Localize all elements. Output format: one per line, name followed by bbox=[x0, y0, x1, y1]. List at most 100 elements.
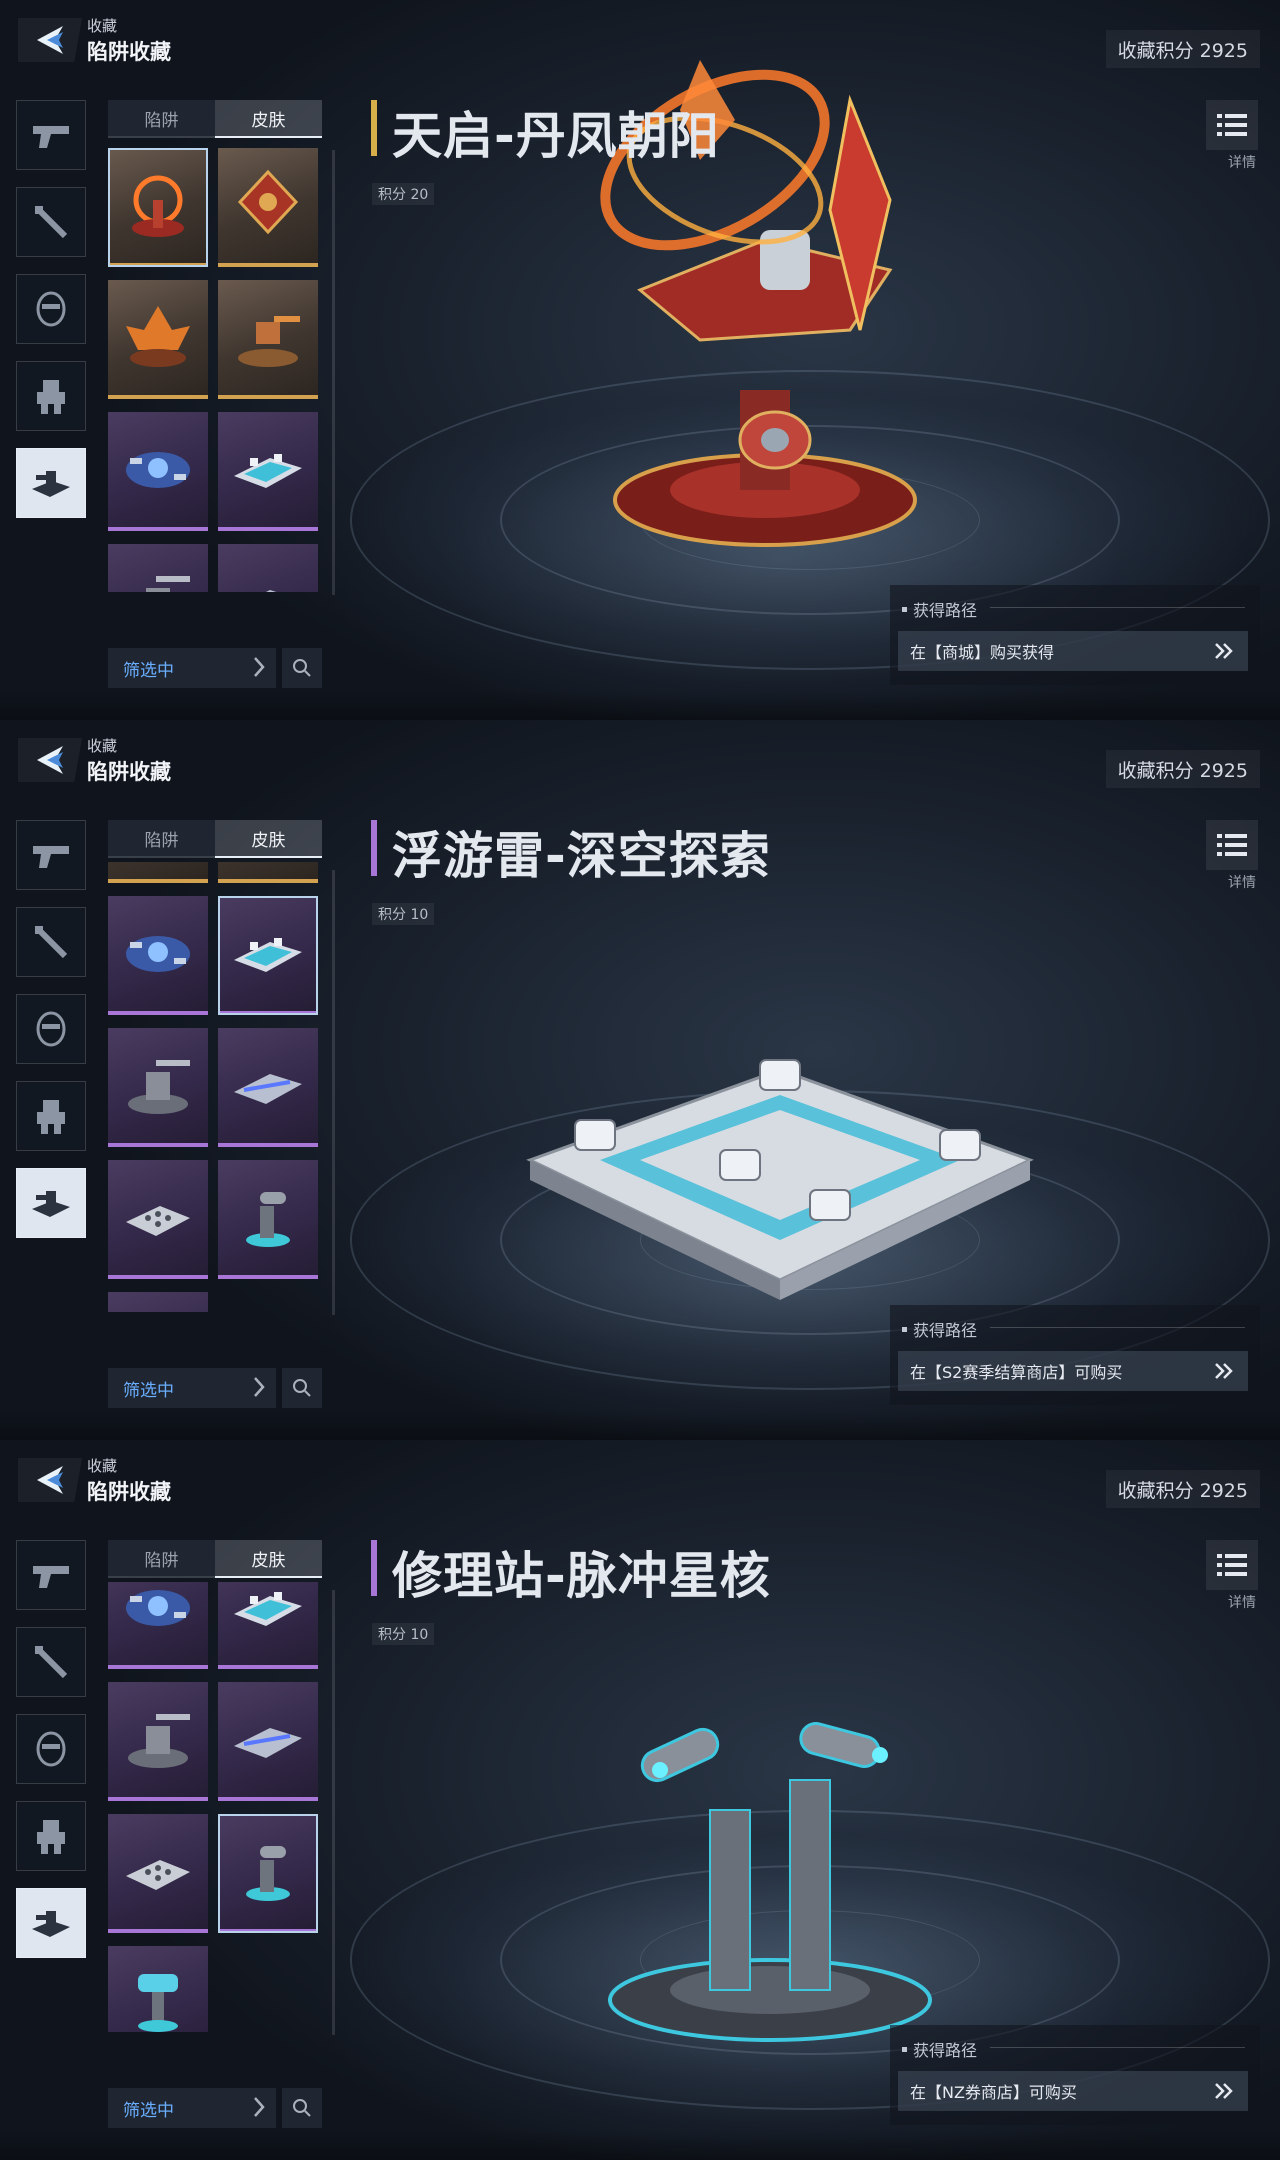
skin-card[interactable] bbox=[108, 544, 208, 592]
skin-card[interactable] bbox=[218, 862, 318, 883]
tab-bar: 陷阱 皮肤 bbox=[108, 1540, 322, 1578]
skin-card[interactable] bbox=[108, 1682, 208, 1801]
skin-card[interactable] bbox=[218, 544, 318, 592]
skin-card[interactable] bbox=[108, 1160, 208, 1279]
acquire-header-label: 获得路径 bbox=[913, 2041, 978, 2060]
acquire-route-text: 在【S2赛季结算商店】可购买 bbox=[910, 1363, 1123, 1382]
detail-button[interactable] bbox=[1206, 1540, 1258, 1590]
back-button[interactable] bbox=[18, 18, 82, 62]
pistol-icon bbox=[33, 1566, 69, 1588]
category-mech[interactable] bbox=[16, 1081, 86, 1151]
skin-card[interactable] bbox=[108, 1028, 208, 1147]
skin-card[interactable] bbox=[108, 148, 208, 267]
filter-label: 筛选中 bbox=[123, 1380, 174, 1401]
breadcrumb-small: 收藏 bbox=[87, 1457, 118, 1475]
detail-button[interactable] bbox=[1206, 820, 1258, 870]
skin-card[interactable] bbox=[108, 1292, 208, 1312]
page-title: 陷阱收藏 bbox=[87, 760, 171, 784]
grid-scrollbar[interactable] bbox=[332, 1590, 335, 2035]
search-icon bbox=[293, 659, 311, 677]
skin-card[interactable] bbox=[108, 862, 208, 883]
page-title: 陷阱收藏 bbox=[87, 1480, 171, 1504]
detail-button[interactable] bbox=[1206, 100, 1258, 150]
chevron-right-icon bbox=[254, 1377, 265, 1397]
category-pistol[interactable] bbox=[16, 1540, 86, 1610]
category-trap[interactable] bbox=[16, 448, 86, 518]
grid-scrollbar[interactable] bbox=[332, 150, 335, 595]
breadcrumb-small: 收藏 bbox=[87, 737, 118, 755]
skin-card[interactable] bbox=[108, 896, 208, 1015]
filter-button[interactable]: 筛选中 bbox=[108, 648, 276, 688]
category-trap[interactable] bbox=[16, 1888, 86, 1958]
item-points: 积分 20 bbox=[372, 183, 435, 205]
tab-traps[interactable]: 陷阱 bbox=[108, 1540, 215, 1578]
melee-icon bbox=[34, 205, 68, 239]
skin-card[interactable] bbox=[108, 280, 208, 399]
acquire-header-label: 获得路径 bbox=[913, 1321, 978, 1340]
skin-card[interactable] bbox=[218, 896, 318, 1015]
acquire-route-button[interactable]: 在【商城】购买获得 bbox=[898, 631, 1248, 671]
filter-label: 筛选中 bbox=[123, 660, 174, 681]
category-trap[interactable] bbox=[16, 1168, 86, 1238]
search-button[interactable] bbox=[282, 1368, 322, 1408]
tab-skins[interactable]: 皮肤 bbox=[215, 820, 322, 858]
mask-icon bbox=[36, 291, 66, 327]
category-mech[interactable] bbox=[16, 1801, 86, 1871]
skin-card[interactable] bbox=[218, 1682, 318, 1801]
melee-icon bbox=[34, 925, 68, 959]
category-sidebar bbox=[16, 820, 86, 1255]
search-button[interactable] bbox=[282, 2088, 322, 2128]
acquire-route-button[interactable]: 在【S2赛季结算商店】可购买 bbox=[898, 1351, 1248, 1391]
mask-icon bbox=[36, 1731, 66, 1767]
tab-traps[interactable]: 陷阱 bbox=[108, 100, 215, 138]
category-pistol[interactable] bbox=[16, 820, 86, 890]
trap-icon bbox=[32, 1911, 70, 1937]
acquire-header: 获得路径 bbox=[902, 2037, 977, 2061]
skin-card[interactable] bbox=[218, 1814, 318, 1933]
skin-card[interactable] bbox=[108, 1582, 208, 1669]
category-pistol[interactable] bbox=[16, 100, 86, 170]
skin-card[interactable] bbox=[218, 412, 318, 531]
acquire-panel: 获得路径 在【NZ券商店】可购买 bbox=[890, 2025, 1260, 2125]
category-melee[interactable] bbox=[16, 907, 86, 977]
filter-button[interactable]: 筛选中 bbox=[108, 2088, 276, 2128]
back-arrow-icon bbox=[37, 1466, 63, 1494]
grid-scrollbar[interactable] bbox=[332, 870, 335, 1315]
acquire-panel: 获得路径 在【商城】购买获得 bbox=[890, 585, 1260, 685]
skin-card[interactable] bbox=[218, 1582, 318, 1669]
skin-card[interactable] bbox=[218, 280, 318, 399]
collection-screen-3: 收藏 陷阱收藏 收藏积分 2925 陷阱 皮肤 筛选中 修理站-脉冲星核 积分 … bbox=[0, 1440, 1280, 2160]
detail-label: 详情 bbox=[1228, 1595, 1256, 1611]
category-melee[interactable] bbox=[16, 187, 86, 257]
search-button[interactable] bbox=[282, 648, 322, 688]
tab-traps[interactable]: 陷阱 bbox=[108, 820, 215, 858]
acquire-header-label: 获得路径 bbox=[913, 601, 978, 620]
skin-card[interactable] bbox=[218, 1028, 318, 1147]
search-icon bbox=[293, 2099, 311, 2117]
skin-card[interactable] bbox=[108, 412, 208, 531]
acquire-header: 获得路径 bbox=[902, 597, 977, 621]
filter-button[interactable]: 筛选中 bbox=[108, 1368, 276, 1408]
acquire-route-button[interactable]: 在【NZ券商店】可购买 bbox=[898, 2071, 1248, 2111]
double-chevron-icon bbox=[1215, 1363, 1233, 1379]
collection-score: 收藏积分 2925 bbox=[1105, 30, 1260, 68]
list-icon bbox=[1217, 834, 1247, 856]
category-mask[interactable] bbox=[16, 1714, 86, 1784]
skin-card[interactable] bbox=[218, 148, 318, 267]
acquire-route-text: 在【NZ券商店】可购买 bbox=[910, 2083, 1077, 2102]
chevron-right-icon bbox=[254, 2097, 265, 2117]
category-mech[interactable] bbox=[16, 361, 86, 431]
skin-grid bbox=[108, 862, 324, 1312]
category-melee[interactable] bbox=[16, 1627, 86, 1697]
tab-skins[interactable]: 皮肤 bbox=[215, 1540, 322, 1578]
tab-skins[interactable]: 皮肤 bbox=[215, 100, 322, 138]
back-button[interactable] bbox=[18, 1458, 82, 1502]
back-button[interactable] bbox=[18, 738, 82, 782]
skin-card[interactable] bbox=[108, 1946, 208, 2032]
tab-bar: 陷阱 皮肤 bbox=[108, 820, 322, 858]
pistol-icon bbox=[33, 126, 69, 148]
skin-card[interactable] bbox=[218, 1160, 318, 1279]
category-mask[interactable] bbox=[16, 274, 86, 344]
category-mask[interactable] bbox=[16, 994, 86, 1064]
skin-card[interactable] bbox=[108, 1814, 208, 1933]
